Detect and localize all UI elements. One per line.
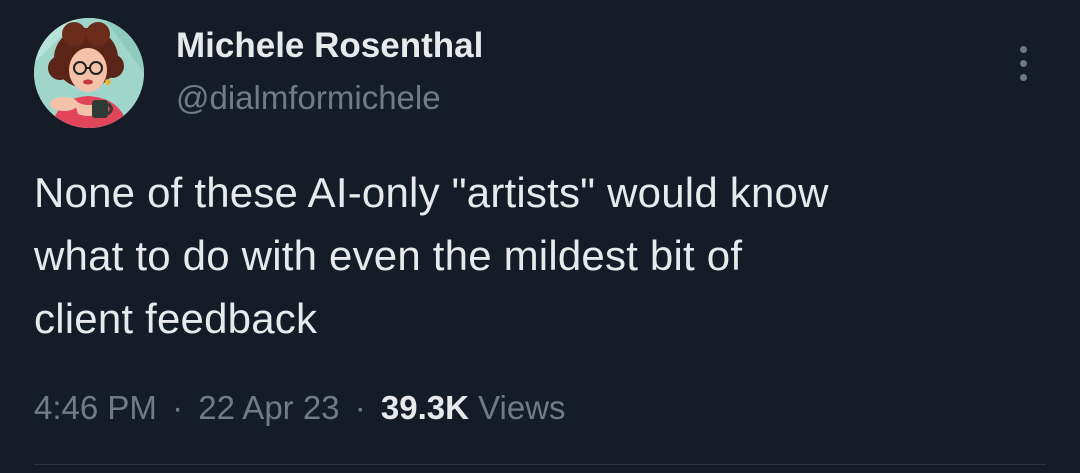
author-display-name[interactable]: Michele Rosenthal bbox=[176, 26, 483, 66]
author-info: Michele Rosenthal @dialmformichele bbox=[176, 26, 483, 118]
views-label: Views bbox=[478, 389, 566, 426]
tweet-card: Michele Rosenthal @dialmformichele None … bbox=[0, 0, 1080, 473]
views-link[interactable]: 39.3K Views bbox=[381, 389, 566, 426]
views-count: 39.3K bbox=[380, 389, 469, 426]
author-handle[interactable]: @dialmformichele bbox=[176, 78, 483, 118]
tweet-metadata: 4:46 PM · 22 Apr 23 · 39.3K Views bbox=[34, 388, 566, 428]
divider bbox=[34, 464, 1046, 465]
more-options-button[interactable] bbox=[1002, 36, 1044, 90]
more-options-icon bbox=[1019, 59, 1027, 67]
tweet-date[interactable]: 22 Apr 23 bbox=[198, 389, 339, 426]
tweet-text: None of these AI-only "artists" would kn… bbox=[34, 169, 829, 342]
avatar-illustration bbox=[34, 18, 144, 128]
tweet-time[interactable]: 4:46 PM bbox=[34, 389, 157, 426]
more-options-icon bbox=[1019, 45, 1027, 53]
more-options-icon bbox=[1019, 73, 1027, 81]
separator-dot: · bbox=[354, 389, 366, 426]
avatar[interactable] bbox=[34, 18, 144, 128]
separator-dot: · bbox=[172, 389, 184, 426]
